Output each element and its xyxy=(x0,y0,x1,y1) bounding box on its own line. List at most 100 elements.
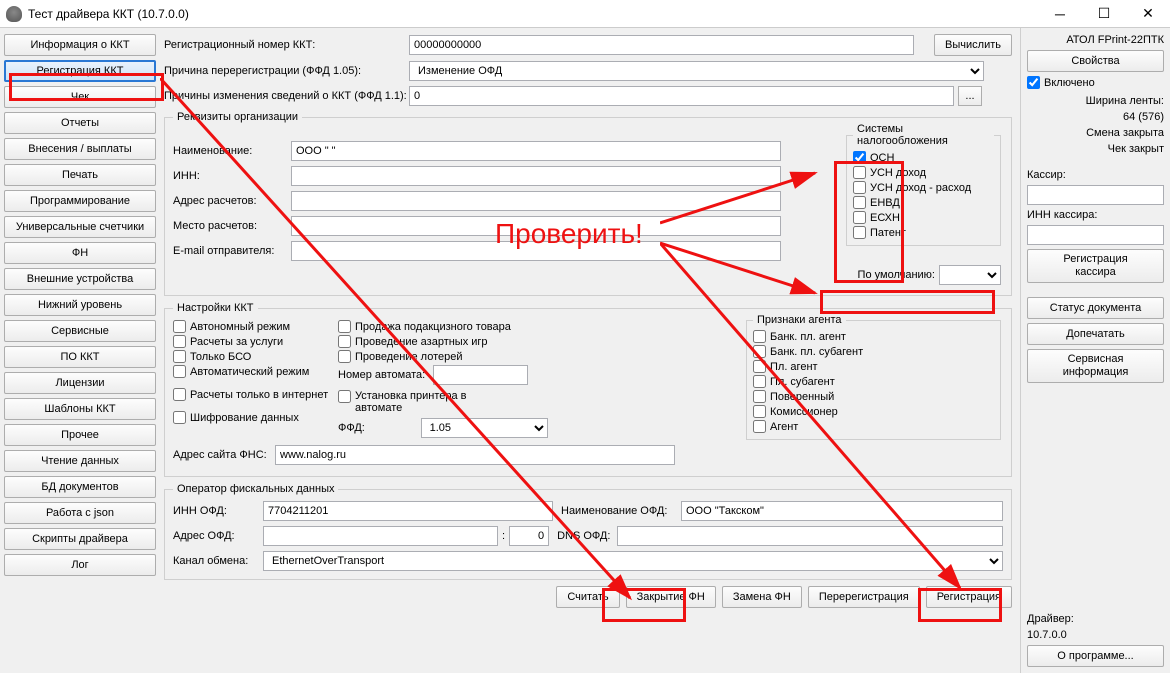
agent-pay-sub-checkbox[interactable] xyxy=(753,375,766,388)
default-tax-label: По умолчанию: xyxy=(858,269,935,281)
org-place-label: Место расчетов: xyxy=(173,220,291,232)
org-fieldset: Реквизиты организации Наименование: ИНН:… xyxy=(164,111,1012,296)
ofd-port-input[interactable] xyxy=(509,526,549,546)
cashier-reg-button[interactable]: Регистрация кассира xyxy=(1027,249,1164,283)
ofd-name-input[interactable] xyxy=(681,501,1003,521)
enabled-checkbox[interactable] xyxy=(1027,76,1040,89)
org-addr-label: Адрес расчетов: xyxy=(173,195,291,207)
agent-pay-checkbox[interactable] xyxy=(753,360,766,373)
agent-commissioner-checkbox[interactable] xyxy=(753,405,766,418)
service-info-button[interactable]: Сервисная информация xyxy=(1027,349,1164,383)
org-addr-input[interactable] xyxy=(291,191,781,211)
agent-bank-checkbox[interactable] xyxy=(753,330,766,343)
default-tax-select[interactable] xyxy=(939,265,1001,285)
sidebar: Информация о ККТ Регистрация ККТ Чек Отч… xyxy=(0,28,160,673)
sidebar-item-registration[interactable]: Регистрация ККТ xyxy=(4,60,156,82)
tax-usn-income-checkbox[interactable] xyxy=(853,166,866,179)
rereg-reason-label: Причина перерегистрации (ФФД 1.05): xyxy=(164,65,409,77)
chg-reason-label: Причины изменения сведений о ККТ (ФФД 1.… xyxy=(164,90,409,102)
agent-fieldset: Признаки агента Банк. пл. агент Банк. пл… xyxy=(746,314,1001,440)
services-checkbox[interactable] xyxy=(173,335,186,348)
sidebar-item-programming[interactable]: Программирование xyxy=(4,190,156,212)
sidebar-item-reports[interactable]: Отчеты xyxy=(4,112,156,134)
sidebar-item-print[interactable]: Печать xyxy=(4,164,156,186)
bso-checkbox[interactable] xyxy=(173,350,186,363)
right-panel: АТОЛ FPrint-22ПТК Свойства Включено Шири… xyxy=(1020,28,1170,673)
sidebar-item-ext-devices[interactable]: Внешние устройства xyxy=(4,268,156,290)
reg-number-label: Регистрационный номер ККТ: xyxy=(164,39,409,51)
properties-button[interactable]: Свойства xyxy=(1027,50,1164,72)
org-name-input[interactable] xyxy=(291,141,781,161)
cashier-input[interactable] xyxy=(1027,185,1164,205)
printer-in-automat-checkbox[interactable] xyxy=(338,390,351,403)
agent-bank-sub-checkbox[interactable] xyxy=(753,345,766,358)
ofd-inn-input[interactable] xyxy=(263,501,553,521)
excise-checkbox[interactable] xyxy=(338,320,351,333)
sidebar-item-templates[interactable]: Шаблоны ККТ xyxy=(4,398,156,420)
sidebar-item-cash[interactable]: Внесения / выплаты xyxy=(4,138,156,160)
sidebar-item-json[interactable]: Работа с json xyxy=(4,502,156,524)
fns-addr-input[interactable] xyxy=(275,445,675,465)
agent-attorney-checkbox[interactable] xyxy=(753,390,766,403)
sidebar-item-low-level[interactable]: Нижний уровень xyxy=(4,294,156,316)
auto-mode-checkbox[interactable] xyxy=(173,365,186,378)
close-button[interactable]: ✕ xyxy=(1126,0,1170,28)
sidebar-item-fn[interactable]: ФН xyxy=(4,242,156,264)
sidebar-item-read-data[interactable]: Чтение данных xyxy=(4,450,156,472)
chg-reason-input[interactable] xyxy=(409,86,954,106)
ofd-addr-input[interactable] xyxy=(263,526,498,546)
shift-closed-label: Смена закрыта xyxy=(1027,127,1164,139)
replace-fn-button[interactable]: Замена ФН xyxy=(722,586,802,608)
chg-reason-ellipsis-button[interactable]: ... xyxy=(958,86,982,106)
sidebar-item-software[interactable]: ПО ККТ xyxy=(4,346,156,368)
tax-osn-checkbox[interactable] xyxy=(853,151,866,164)
tape-width-value: 64 (576) xyxy=(1027,111,1164,123)
automat-num-input[interactable] xyxy=(433,365,528,385)
doc-status-button[interactable]: Статус документа xyxy=(1027,297,1164,319)
internet-only-checkbox[interactable] xyxy=(173,388,186,401)
sidebar-item-check[interactable]: Чек xyxy=(4,86,156,108)
main-panel: Регистрационный номер ККТ: Вычислить При… xyxy=(160,28,1020,673)
minimize-button[interactable]: ─ xyxy=(1038,0,1082,28)
sidebar-item-scripts[interactable]: Скрипты драйвера xyxy=(4,528,156,550)
lottery-checkbox[interactable] xyxy=(338,350,351,363)
sidebar-item-licenses[interactable]: Лицензии xyxy=(4,372,156,394)
ofd-addr-label: Адрес ОФД: xyxy=(173,530,263,542)
tax-legend: Системы налогообложения xyxy=(853,123,994,147)
autonomous-checkbox[interactable] xyxy=(173,320,186,333)
agent-legend: Признаки агента xyxy=(753,314,846,326)
sidebar-item-info[interactable]: Информация о ККТ xyxy=(4,34,156,56)
reg-button[interactable]: Регистрация xyxy=(926,586,1012,608)
sidebar-item-other[interactable]: Прочее xyxy=(4,424,156,446)
ofd-dns-input[interactable] xyxy=(617,526,1003,546)
sidebar-item-service[interactable]: Сервисные xyxy=(4,320,156,342)
rereg-reason-select[interactable]: Изменение ОФД xyxy=(409,61,984,81)
reg-number-input[interactable] xyxy=(409,35,914,55)
encryption-checkbox[interactable] xyxy=(173,411,186,424)
agent-agent-checkbox[interactable] xyxy=(753,420,766,433)
sidebar-item-db-docs[interactable]: БД документов xyxy=(4,476,156,498)
tax-eshn-checkbox[interactable] xyxy=(853,211,866,224)
calculate-button[interactable]: Вычислить xyxy=(934,34,1012,56)
read-button[interactable]: Считать xyxy=(556,586,619,608)
tax-usn-expense-checkbox[interactable] xyxy=(853,181,866,194)
gambling-checkbox[interactable] xyxy=(338,335,351,348)
ffd-select[interactable]: 1.05 xyxy=(421,418,548,438)
rereg-button[interactable]: Перерегистрация xyxy=(808,586,920,608)
about-button[interactable]: О программе... xyxy=(1027,645,1164,667)
sidebar-item-log[interactable]: Лог xyxy=(4,554,156,576)
ofd-fieldset: Оператор фискальных данных ИНН ОФД: Наим… xyxy=(164,483,1012,580)
sidebar-item-counters[interactable]: Универсальные счетчики xyxy=(4,216,156,238)
tax-envd-checkbox[interactable] xyxy=(853,196,866,209)
org-inn-input[interactable] xyxy=(291,166,781,186)
ffd-label: ФФД: xyxy=(338,422,421,434)
driver-label: Драйвер: xyxy=(1027,613,1164,625)
org-place-input[interactable] xyxy=(291,216,781,236)
close-fn-button[interactable]: Закрытие ФН xyxy=(626,586,716,608)
cashier-inn-input[interactable] xyxy=(1027,225,1164,245)
tax-patent-checkbox[interactable] xyxy=(853,226,866,239)
print-more-button[interactable]: Допечатать xyxy=(1027,323,1164,345)
org-email-input[interactable] xyxy=(291,241,781,261)
maximize-button[interactable]: ☐ xyxy=(1082,0,1126,28)
ofd-channel-select[interactable]: EthernetOverTransport xyxy=(263,551,1003,571)
